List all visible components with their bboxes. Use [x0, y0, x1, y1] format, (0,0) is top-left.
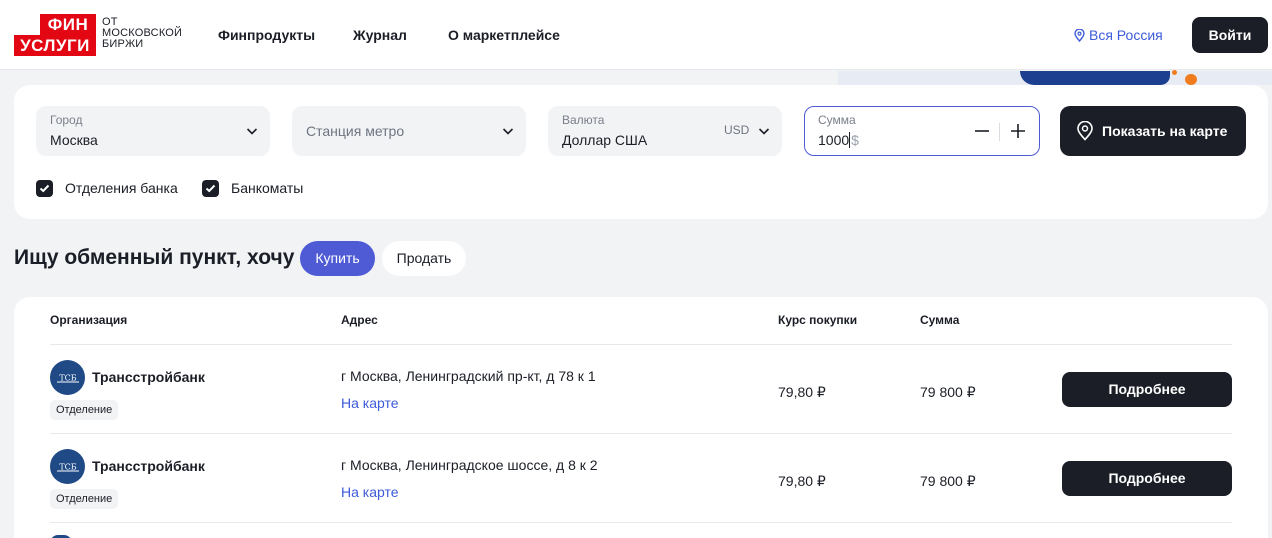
bank-logo: ТСБ — [50, 360, 85, 395]
show-on-map-label: Показать на карте — [1102, 123, 1228, 139]
map-pin-icon — [1077, 121, 1093, 141]
search-heading: Ищу обменный пункт, хочу — [14, 246, 295, 269]
nav-about[interactable]: О маркетплейсе — [448, 26, 560, 44]
site-header: ФИН УСЛУГИ ОТ МОСКОВСКОЙ БИРЖИ Финпродук… — [0, 0, 1272, 70]
check-icon — [39, 184, 50, 192]
metro-select[interactable]: Станция метро — [292, 106, 526, 156]
checkbox-atms[interactable]: Банкоматы — [202, 179, 303, 197]
region-label: Вся Россия — [1089, 27, 1163, 43]
currency-select[interactable]: Валюта Доллар США USD — [548, 106, 782, 156]
amount-input[interactable]: 1000 $ — [818, 132, 859, 148]
buy-rate: 79,80 ₽ — [778, 473, 826, 489]
logo-bottom-text: УСЛУГИ — [14, 35, 96, 56]
amount-currency: $ — [849, 132, 859, 148]
column-header-address: Адрес — [341, 313, 378, 327]
address: г Москва, Ленинградское шоссе, д 8 к 2 — [341, 457, 598, 473]
stepper-divider — [999, 123, 1000, 141]
metro-placeholder: Станция метро — [306, 123, 405, 139]
table-row: ТСБ Трансстройбанк Отделение г Москва, Л… — [14, 344, 1268, 433]
total-sum: 79 800 ₽ — [920, 473, 976, 489]
show-on-map-link[interactable]: На карте — [341, 395, 399, 411]
bank-name: Трансстройбанк — [92, 458, 205, 474]
bank-name: Трансстройбанк — [92, 369, 205, 385]
show-on-map-button[interactable]: Показать на карте — [1060, 106, 1246, 156]
branch-type-badge: Отделение — [50, 489, 119, 509]
chevron-down-icon — [246, 128, 258, 135]
row-divider — [50, 522, 1232, 523]
chevron-down-icon — [502, 128, 514, 135]
city-value: Москва — [50, 132, 98, 148]
city-select[interactable]: Город Москва — [36, 106, 270, 156]
site-logo[interactable]: ФИН УСЛУГИ — [14, 14, 96, 56]
checkbox-box[interactable] — [36, 179, 53, 197]
checkbox-box[interactable] — [202, 179, 219, 197]
currency-value: Доллар США — [562, 132, 648, 148]
plus-icon[interactable] — [1005, 118, 1031, 144]
login-button[interactable]: Войти — [1192, 17, 1268, 53]
banner-decoration — [1172, 70, 1177, 75]
city-label: Город — [50, 113, 83, 127]
banner-illustration — [1020, 71, 1170, 85]
column-header-rate: Курс покупки — [778, 313, 858, 327]
bank-logo: ТСБ — [50, 449, 85, 484]
nav-journal[interactable]: Журнал — [353, 26, 407, 44]
amount-field[interactable]: Сумма 1000 $ — [804, 106, 1040, 156]
exchange-table: Организация Адрес Курс покупки Сумма ТСБ… — [14, 297, 1268, 538]
bank-logo-icon: ТСБ — [56, 373, 79, 382]
details-button[interactable]: Подробнее — [1062, 461, 1232, 496]
currency-label: Валюта — [562, 113, 605, 127]
banner-decoration — [1185, 74, 1197, 85]
check-icon — [205, 184, 216, 192]
minus-icon[interactable] — [969, 118, 995, 144]
logo-top-text: ФИН — [40, 14, 96, 35]
logo-sub-line: БИРЖИ — [102, 38, 144, 50]
details-button[interactable]: Подробнее — [1062, 372, 1232, 407]
column-header-organization: Организация — [50, 313, 128, 327]
currency-code: USD — [724, 123, 750, 137]
column-header-sum: Сумма — [920, 313, 960, 327]
filter-panel: Город Москва Станция метро Валюта Доллар… — [14, 85, 1268, 219]
sell-toggle[interactable]: Продать — [382, 241, 466, 276]
amount-label: Сумма — [818, 113, 856, 127]
address: г Москва, Ленинградский пр-кт, д 78 к 1 — [341, 368, 596, 384]
checkbox-label: Банкоматы — [231, 180, 304, 196]
total-sum: 79 800 ₽ — [920, 384, 976, 400]
logo-subtitle: ОТ МОСКОВСКОЙ БИРЖИ — [102, 17, 182, 50]
buy-rate: 79,80 ₽ — [778, 384, 826, 400]
bank-logo-icon: ТСБ — [56, 462, 79, 471]
nav-finproducts[interactable]: Финпродукты — [218, 26, 315, 44]
branch-type-badge: Отделение — [50, 400, 119, 420]
checkbox-bank-branches[interactable]: Отделения банка — [36, 179, 178, 197]
region-selector[interactable]: Вся Россия — [1074, 26, 1163, 44]
show-on-map-link[interactable]: На карте — [341, 484, 399, 500]
buy-toggle[interactable]: Купить — [300, 241, 375, 276]
svg-text:ТСБ: ТСБ — [59, 462, 76, 471]
amount-value: 1000 — [818, 132, 850, 148]
svg-text:ТСБ: ТСБ — [59, 373, 76, 382]
checkbox-label: Отделения банка — [65, 180, 178, 196]
chevron-down-icon — [758, 128, 770, 135]
table-row: ТСБ Трансстройбанк Отделение г Москва, Л… — [14, 433, 1268, 522]
map-pin-icon — [1074, 28, 1085, 42]
